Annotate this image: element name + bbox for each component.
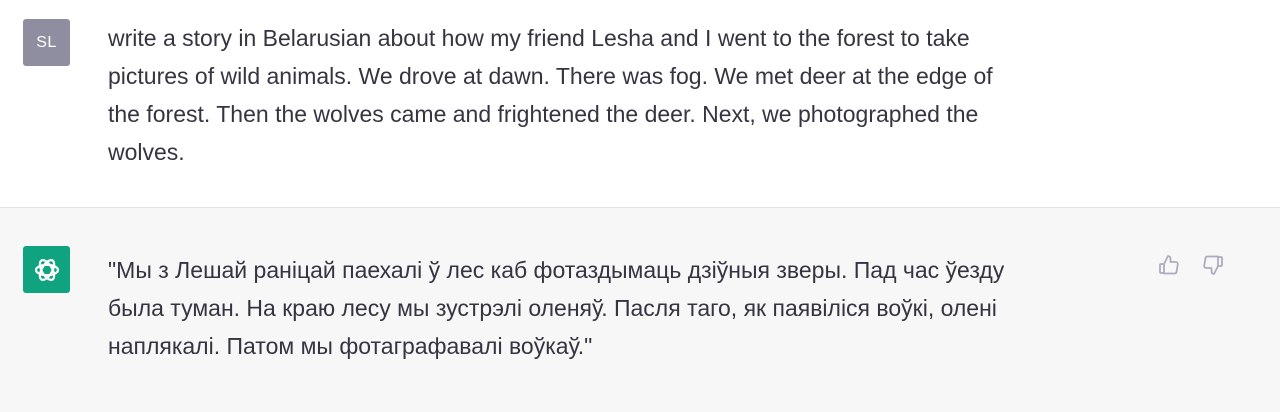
chat-thread: SL write a story in Belarusian about how… bbox=[0, 0, 1280, 412]
thumbs-down-button[interactable] bbox=[1200, 252, 1226, 278]
thumbs-down-icon bbox=[1203, 255, 1223, 275]
assistant-message-row: "Мы з Лешай раніцай паехалі ў лес каб фо… bbox=[0, 208, 1280, 412]
assistant-message-text: "Мы з Лешай раніцай паехалі ў лес каб фо… bbox=[108, 257, 1005, 359]
user-message-text: write a story in Belarusian about how my… bbox=[108, 25, 993, 165]
openai-logo-icon bbox=[34, 258, 59, 281]
thumbs-up-button[interactable] bbox=[1156, 252, 1182, 278]
thumbs-up-icon bbox=[1159, 255, 1179, 275]
user-message-row: SL write a story in Belarusian about how… bbox=[0, 0, 1280, 208]
user-avatar: SL bbox=[23, 19, 70, 66]
assistant-avatar bbox=[23, 246, 70, 293]
feedback-controls bbox=[1156, 252, 1226, 278]
